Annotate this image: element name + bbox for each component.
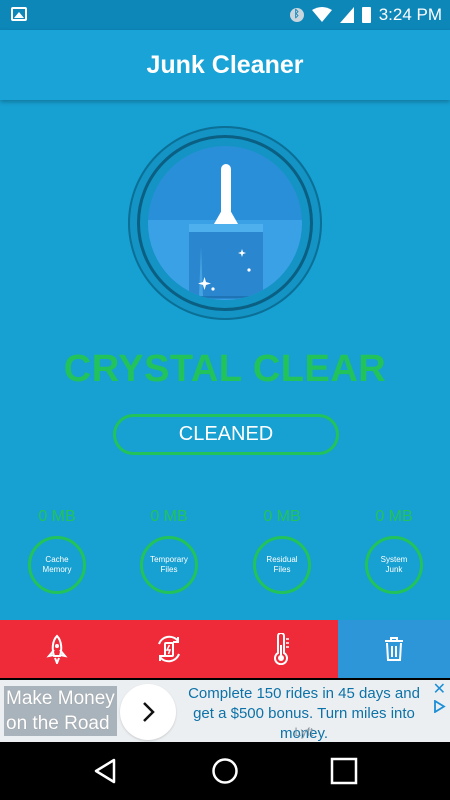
stat-ring: Temporary Files bbox=[140, 536, 198, 594]
recents-icon[interactable] bbox=[329, 756, 359, 786]
nav-item-battery[interactable] bbox=[113, 620, 225, 678]
bottom-nav bbox=[0, 620, 450, 678]
stat-system-junk: 0 MB System Junk bbox=[338, 508, 450, 594]
page-title: Junk Cleaner bbox=[146, 50, 304, 79]
ad-close-icon[interactable]: ✕ bbox=[433, 682, 446, 698]
gallery-notification-icon bbox=[11, 7, 27, 21]
stat-ring: Cache Memory bbox=[28, 536, 86, 594]
ad-brand: Lyft bbox=[294, 725, 314, 739]
trash-icon bbox=[385, 637, 403, 661]
thermometer-icon bbox=[273, 633, 289, 665]
nav-item-cooler[interactable] bbox=[225, 620, 338, 678]
ad-image-text: Make Money on the Road bbox=[4, 686, 117, 736]
stat-size: 0 MB bbox=[150, 508, 188, 525]
status-circle bbox=[148, 146, 302, 300]
bluetooth-icon: ᛒ bbox=[289, 8, 304, 22]
stat-residual-files: 0 MB Residual Files bbox=[226, 508, 338, 594]
stat-size: 0 MB bbox=[375, 508, 413, 525]
stat-size: 0 MB bbox=[263, 508, 301, 525]
ad-choices-icon[interactable] bbox=[433, 700, 446, 713]
back-icon[interactable] bbox=[90, 756, 120, 786]
stat-cache-memory: 0 MB Cache Memory bbox=[1, 508, 113, 594]
status-bar: ᛒ 3:24 PM bbox=[0, 0, 450, 30]
cell-signal-icon bbox=[339, 7, 354, 23]
stat-ring: Residual Files bbox=[253, 536, 311, 594]
status-icons: ᛒ 3:24 PM bbox=[289, 4, 442, 26]
broom-icon bbox=[189, 164, 263, 299]
main-content: CRYSTAL CLEAR CLEANED 0 MB Cache Memory 0… bbox=[0, 100, 450, 620]
rocket-icon bbox=[45, 634, 68, 664]
nav-item-boost[interactable] bbox=[0, 620, 113, 678]
status-headline: CRYSTAL CLEAR bbox=[63, 348, 387, 390]
nav-item-junk-cleaner[interactable] bbox=[338, 620, 450, 678]
ad-open-button[interactable] bbox=[120, 684, 176, 740]
ad-banner[interactable]: Make Money on the Road Complete 150 ride… bbox=[0, 680, 450, 742]
app-bar: Junk Cleaner bbox=[0, 30, 450, 100]
wifi-icon bbox=[311, 7, 332, 22]
clean-status-graphic bbox=[128, 126, 322, 320]
stat-size: 0 MB bbox=[38, 508, 76, 525]
system-nav-bar bbox=[0, 742, 450, 800]
home-icon[interactable] bbox=[210, 756, 240, 786]
chevron-right-icon bbox=[143, 702, 155, 722]
battery-refresh-icon bbox=[158, 635, 180, 663]
stat-ring: System Junk bbox=[365, 536, 423, 594]
clock: 3:24 PM bbox=[378, 5, 442, 24]
cleaned-button[interactable]: CLEANED bbox=[113, 414, 339, 455]
battery-icon bbox=[361, 7, 371, 23]
stat-temporary-files: 0 MB Temporary Files bbox=[113, 508, 225, 594]
